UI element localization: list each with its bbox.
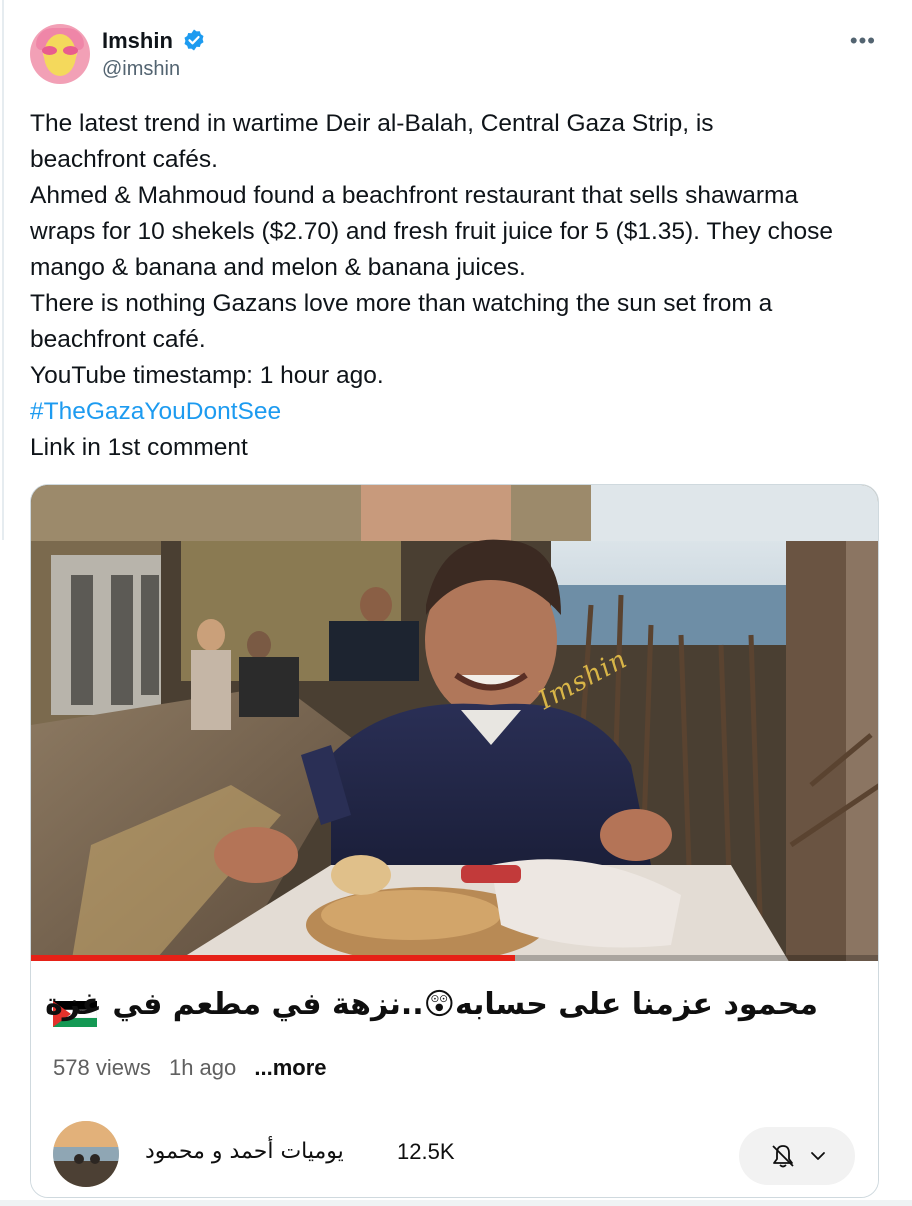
tweet-line: There is nothing Gazans love more than w… bbox=[30, 290, 773, 317]
tweet-line: beachfront café. bbox=[30, 326, 206, 353]
channel-name[interactable]: يوميات أحمد و محمود bbox=[145, 1139, 344, 1164]
next-item-divider bbox=[0, 1200, 912, 1206]
tweet-body: The latest trend in wartime Deir al-Bala… bbox=[30, 106, 890, 466]
video-meta: 578 views 1h ago ...more bbox=[53, 1055, 339, 1081]
subscriber-count: 12.5K bbox=[397, 1139, 455, 1164]
youtube-embed-card[interactable]: Imshin محمود عزمنا على حسابه😲..نزهة في م… bbox=[30, 484, 879, 1198]
tweet-line: YouTube timestamp: 1 hour ago. bbox=[30, 362, 384, 389]
tweet-line: Ahmed & Mahmoud found a beachfront resta… bbox=[30, 182, 799, 209]
bell-off-icon bbox=[772, 1145, 794, 1168]
tweet-footer-line: Link in 1st comment bbox=[30, 434, 248, 461]
tweet-line: beachfront cafés. bbox=[30, 146, 218, 173]
chevron-down-icon bbox=[811, 1152, 825, 1160]
tweet-line: The latest trend in wartime Deir al-Bala… bbox=[30, 110, 714, 137]
channel-avatar[interactable] bbox=[53, 1121, 119, 1187]
verified-badge-icon bbox=[184, 29, 204, 51]
tweet-line: mango & banana and melon & banana juices… bbox=[30, 254, 526, 281]
video-title[interactable]: محمود عزمنا على حسابه😲..نزهة في مطعم في … bbox=[45, 987, 818, 1022]
author-display-name[interactable]: Imshin bbox=[102, 28, 173, 54]
tweet-header: Imshin @imshin ••• bbox=[30, 22, 882, 90]
video-thumbnail[interactable]: Imshin bbox=[31, 485, 878, 965]
view-count: 578 views bbox=[53, 1055, 151, 1080]
timeline-divider bbox=[2, 0, 4, 540]
author-handle[interactable]: @imshin bbox=[102, 58, 180, 81]
hashtag-link[interactable]: #TheGazaYouDontSee bbox=[30, 398, 281, 425]
video-info-panel: محمود عزمنا على حسابه😲..نزهة في مطعم في … bbox=[31, 961, 878, 1197]
author-avatar[interactable] bbox=[30, 24, 90, 84]
more-options-icon[interactable]: ••• bbox=[850, 28, 876, 54]
more-link[interactable]: ...more bbox=[254, 1055, 326, 1080]
notification-toggle-button[interactable] bbox=[739, 1127, 855, 1185]
upload-age: 1h ago bbox=[168, 1055, 237, 1080]
tweet-line: wraps for 10 shekels ($2.70) and fresh f… bbox=[30, 218, 834, 245]
